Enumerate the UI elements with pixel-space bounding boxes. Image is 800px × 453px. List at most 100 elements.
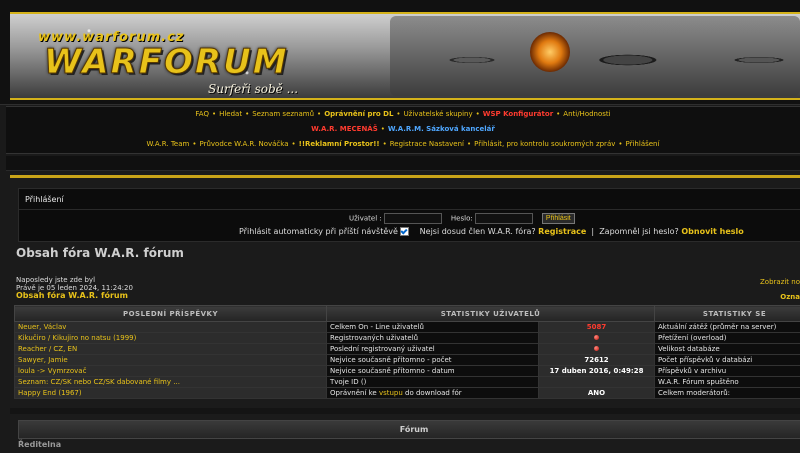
nav-separator: • — [242, 110, 252, 118]
server-stat-label: W.A.R. Fórum spuštěno — [655, 377, 800, 388]
register-link[interactable]: Registrace — [538, 227, 586, 236]
user-stat-label: Registrovaných uživatelů — [327, 333, 539, 344]
stats-table: POSLEDNÍ PŘÍSPĚVKY STATISTIKY UŽIVATELŮ … — [14, 305, 800, 399]
nav-link[interactable]: FAQ — [195, 110, 209, 118]
nav-separator: • — [314, 110, 324, 118]
user-stat-label: Poslední registrovaný uživatel — [327, 344, 539, 355]
latest-post-link[interactable]: loula -> Vymrzovač — [15, 366, 327, 377]
nav-link[interactable]: Průvodce W.A.R. Nováčka — [200, 140, 289, 148]
stats-row: Kikučiro / Kikujiro no natsu (1999)Regis… — [15, 333, 800, 344]
header-user-stats: STATISTIKY UŽIVATELŮ — [327, 306, 655, 322]
nav-link[interactable]: Hledat — [219, 110, 242, 118]
breadcrumb[interactable]: Obsah fóra W.A.R. fórum — [16, 292, 133, 300]
nav-separator: • — [380, 140, 390, 148]
nav-separator: • — [553, 110, 563, 118]
mark-read-link[interactable]: Ozna — [780, 293, 800, 301]
forgot-text: Zapomněl jsi heslo? — [599, 227, 679, 236]
user-stat-value — [539, 344, 655, 355]
not-member-text: Nejsi dosud člen W.A.R. fóra? — [420, 227, 536, 236]
latest-post-link[interactable]: Neuer, Václav — [15, 322, 327, 333]
latest-post-link[interactable]: Reacher / CZ, EN — [15, 344, 327, 355]
latest-post-link[interactable]: Sawyer, Jamie — [15, 355, 327, 366]
nav-separator: • — [473, 110, 483, 118]
forum-section-title[interactable]: Ředitelna — [18, 440, 61, 449]
user-stat-label: Oprávnění ke vstupu do download fór — [327, 388, 539, 399]
stats-row: Seznam: CZ/SK nebo CZ/SK dabované filmy … — [15, 377, 800, 388]
main-navigation: FAQ•Hledat•Seznam seznamů•Oprávnění pro … — [6, 106, 800, 154]
table-bottom-bar — [10, 408, 800, 414]
nav-link[interactable]: W.A.R.M. Sázková kancelář — [388, 125, 495, 133]
nav-separator: • — [189, 140, 199, 148]
username-input[interactable] — [384, 213, 442, 224]
latest-post-link[interactable]: Happy End (1967) — [15, 388, 327, 399]
server-stat-label: Přetížení (overload) — [655, 333, 800, 344]
user-stat-label: Nejvice současně přítomno - počet — [327, 355, 539, 366]
stats-header-row: POSLEDNÍ PŘÍSPĚVKY STATISTIKY UŽIVATELŮ … — [15, 306, 800, 322]
stats-row: Reacher / CZ, ENPoslední registrovaný už… — [15, 344, 800, 355]
nav-separator: • — [378, 125, 388, 133]
header-server-stats: STATISTIKY SE — [655, 306, 800, 322]
nav-link[interactable]: Přihlášení — [626, 140, 660, 148]
nav-separator: • — [464, 140, 474, 148]
server-stat-label: Velikost databáze — [655, 344, 800, 355]
login-button[interactable]: Přihlásit — [542, 213, 575, 224]
username-label: Uživatel : — [349, 215, 382, 223]
nav-link[interactable]: Anti/Hodnosti — [563, 110, 610, 118]
latest-post-link[interactable]: Kikučiro / Kikujiro no natsu (1999) — [15, 333, 327, 344]
user-stat-label: Celkem On - Line uživatelů — [327, 322, 539, 333]
banner-machine-image — [390, 16, 800, 96]
server-stat-label: Aktuální zátěž (průměr na server) — [655, 322, 800, 333]
user-stat-value — [539, 333, 655, 344]
nav-spacer-bar — [6, 156, 800, 171]
password-label: Heslo: — [451, 215, 473, 223]
engine-glow — [530, 32, 570, 72]
access-link[interactable]: vstupu — [379, 389, 403, 397]
login-title: Přihlášení — [25, 195, 64, 204]
server-stat-label: Počet příspěvků v databázi — [655, 355, 800, 366]
visit-info: Naposledy jste zde byl Právě je 05 leden… — [16, 276, 133, 300]
show-new-posts-link[interactable]: Zobrazit no — [760, 278, 800, 286]
header-latest-posts: POSLEDNÍ PŘÍSPĚVKY — [15, 306, 327, 322]
stats-row: loula -> VymrzovačNejvice současně příto… — [15, 366, 800, 377]
nav-link[interactable]: WSP Konfigurátor — [483, 110, 553, 118]
header-banner[interactable]: www.warforum.cz WARFORUM Surfeři sobě ..… — [10, 12, 800, 100]
login-divider — [19, 209, 800, 210]
nav-link[interactable]: Uživatelské skupiny — [404, 110, 473, 118]
nav-separator: • — [288, 140, 298, 148]
nav-separator: • — [615, 140, 625, 148]
nav-row-3: W.A.R. Team•Průvodce W.A.R. Nováčka•!!Re… — [6, 137, 800, 152]
stats-row: Happy End (1967)Oprávnění ke vstupu do d… — [15, 388, 800, 399]
login-fields-row: Uživatel : Heslo: Přihlásit — [349, 213, 575, 224]
server-stat-label: Příspěvků v archivu — [655, 366, 800, 377]
nav-separator: • — [209, 110, 219, 118]
autologin-label: Přihlásit automaticky při příští návštěv… — [239, 227, 398, 236]
nav-link[interactable]: !!Reklamní Prostor!! — [299, 140, 380, 148]
nav-link[interactable]: Seznam seznamů — [252, 110, 314, 118]
nav-row-2: W.A.R. MECENÁŠ•W.A.R.M. Sázková kancelář — [6, 122, 800, 137]
nav-link[interactable]: Registrace Nastavení — [390, 140, 464, 148]
stats-row: Neuer, VáclavCelkem On - Line uživatelů5… — [15, 322, 800, 333]
site-logo[interactable]: WARFORUM — [44, 42, 289, 82]
red-dot-icon — [594, 346, 599, 351]
login-panel: Přihlášení Uživatel : Heslo: Přihlásit P… — [18, 188, 800, 242]
page-title: Obsah fóra W.A.R. fórum — [16, 246, 184, 260]
latest-post-link[interactable]: Seznam: CZ/SK nebo CZ/SK dabované filmy … — [15, 377, 327, 388]
red-dot-icon — [594, 335, 599, 340]
autologin-checkbox[interactable] — [400, 227, 409, 236]
content-frame: Přihlášení Uživatel : Heslo: Přihlásit P… — [10, 175, 800, 453]
nav-link[interactable]: W.A.R. MECENÁŠ — [311, 125, 378, 133]
site-slogan: Surfeři sobě ... — [208, 82, 298, 96]
user-stat-value: ANO — [539, 388, 655, 399]
password-input[interactable] — [475, 213, 533, 224]
stats-row: Sawyer, JamieNejvice současně přítomno -… — [15, 355, 800, 366]
nav-link[interactable]: W.A.R. Team — [147, 140, 190, 148]
user-stat-label: Tvoje ID () — [327, 377, 539, 388]
user-stat-label: Nejvice současně přítomno - datum — [327, 366, 539, 377]
login-options-row: Přihlásit automaticky při příští návštěv… — [239, 227, 744, 236]
user-stat-value — [539, 377, 655, 388]
reset-password-link[interactable]: Obnovit heslo — [681, 227, 743, 236]
nav-row-1: FAQ•Hledat•Seznam seznamů•Oprávnění pro … — [6, 107, 800, 122]
nav-link[interactable]: Přihlásit, pro kontrolu soukromých zpráv — [474, 140, 615, 148]
site-header: www.warforum.cz WARFORUM Surfeři sobě ..… — [0, 0, 800, 105]
nav-link[interactable]: Oprávnění pro DL — [324, 110, 393, 118]
